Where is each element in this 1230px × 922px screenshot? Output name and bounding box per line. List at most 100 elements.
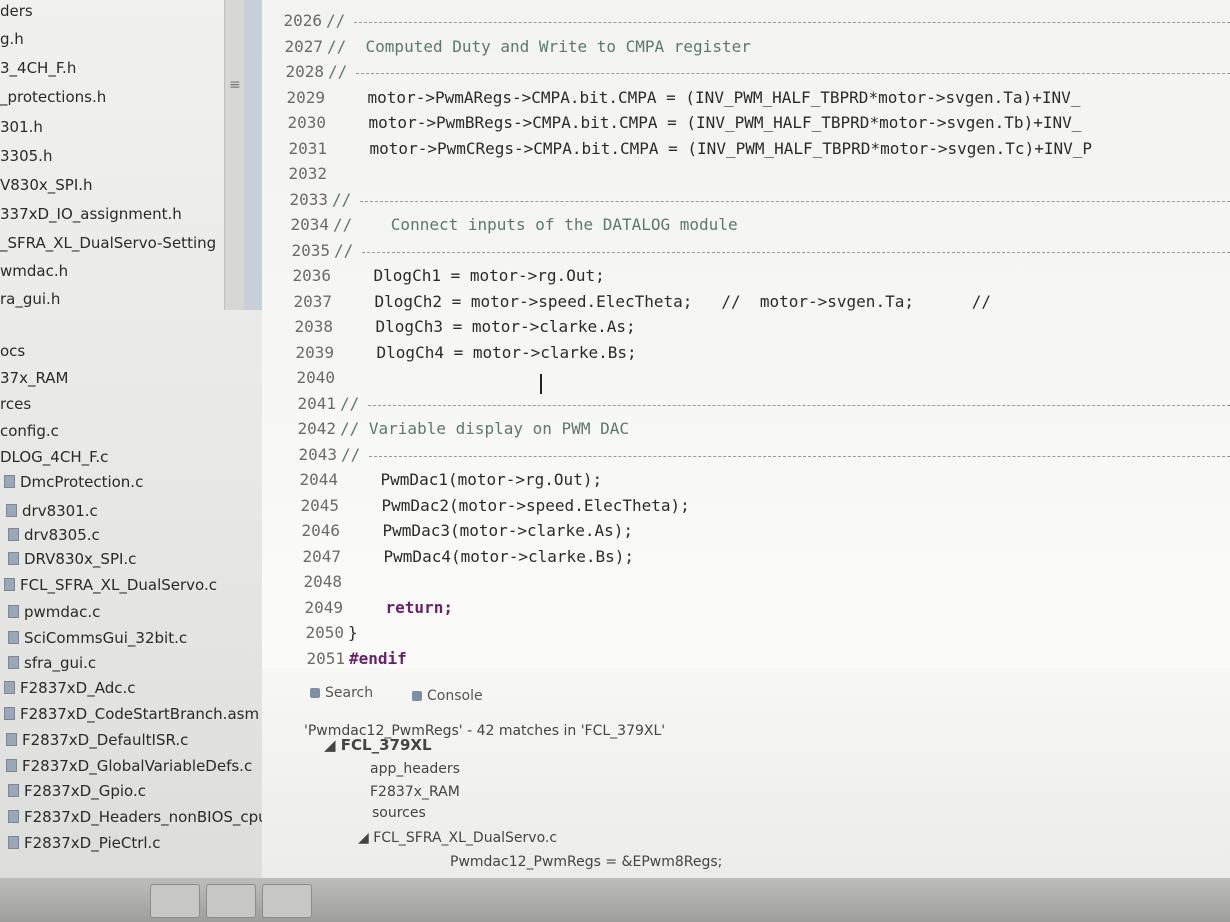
line-number: 2042 bbox=[297, 419, 336, 438]
line-text: DlogCh4 = motor->clarke.Bs; bbox=[338, 342, 637, 362]
file-icon bbox=[8, 605, 19, 618]
line-text: PwmDac1(motor->rg.Out); bbox=[342, 470, 603, 489]
tree-file-item[interactable]: 301.h bbox=[0, 116, 43, 138]
search-result-file[interactable]: ◢ FCL_SFRA_XL_DualServo.c bbox=[358, 830, 557, 846]
line-number: 2026 bbox=[283, 11, 322, 30]
code-line: 2032 bbox=[262, 161, 1230, 187]
line-text: return; bbox=[347, 597, 453, 617]
search-panel: Search Console 'Pwmdac12_PwmRegs' - 42 m… bbox=[262, 668, 1230, 878]
tree-file-item[interactable]: FCL_SFRA_XL_DualServo.c bbox=[4, 574, 217, 596]
line-text: // bbox=[341, 444, 361, 464]
scrollbar-grip-icon[interactable]: ≡ bbox=[229, 78, 241, 110]
file-icon bbox=[4, 707, 15, 720]
tab-search[interactable]: Search bbox=[310, 685, 373, 701]
line-text: // bbox=[328, 62, 348, 81]
file-icon bbox=[4, 681, 15, 694]
line-number: 2037 bbox=[293, 291, 332, 311]
file-icon bbox=[6, 504, 17, 517]
line-number: 2050 bbox=[305, 623, 344, 642]
tree-folder-item[interactable]: ocs bbox=[0, 340, 25, 362]
search-icon bbox=[310, 688, 320, 698]
tree-file-item[interactable]: F2837xD_GlobalVariableDefs.c bbox=[6, 755, 252, 777]
tree-file-item[interactable]: _SFRA_XL_DualServo-Setting bbox=[0, 232, 216, 254]
line-text: // Computed Duty and Write to CMPA regis… bbox=[327, 36, 751, 56]
search-result-folder[interactable]: F2837x_RAM bbox=[370, 784, 460, 800]
line-text: // Variable display on PWM DAC bbox=[340, 419, 629, 438]
line-number: 2041 bbox=[297, 393, 336, 413]
tree-file-item[interactable]: V830x_SPI.h bbox=[0, 174, 93, 196]
code-line: 2045 PwmDac2(motor->speed.ElecTheta); bbox=[262, 493, 1230, 519]
console-icon bbox=[412, 691, 422, 701]
line-number: 2047 bbox=[302, 546, 341, 566]
taskbar-button[interactable] bbox=[206, 884, 256, 918]
code-line: 2046 PwmDac3(motor->clarke.As); bbox=[262, 518, 1230, 544]
line-text: // bbox=[326, 11, 346, 30]
file-icon bbox=[6, 733, 17, 746]
tree-file-item[interactable]: DRV830x_SPI.c bbox=[8, 548, 136, 570]
code-line: 2048 bbox=[262, 569, 1230, 595]
search-result-folder[interactable]: sources bbox=[372, 805, 426, 821]
tree-file-item[interactable]: F2837xD_PieCtrl.c bbox=[8, 832, 161, 854]
search-result-match[interactable]: Pwmdac12_PwmRegs = &EPwm8Regs; bbox=[450, 854, 722, 870]
taskbar bbox=[0, 878, 1230, 922]
file-icon bbox=[8, 656, 19, 669]
code-line: 2050} bbox=[262, 620, 1230, 646]
tree-file-item[interactable]: F2837xD_Adc.c bbox=[4, 677, 136, 699]
code-line: 2035// bbox=[262, 238, 1230, 264]
tree-file-item[interactable]: F2837xD_Headers_nonBIOS_cpu1. bbox=[8, 806, 262, 828]
code-line: 2034// Connect inputs of the DATALOG mod… bbox=[262, 212, 1230, 238]
tree-file-item[interactable]: pwmdac.c bbox=[8, 601, 100, 623]
code-line: 2040 bbox=[262, 365, 1230, 391]
tree-folder-item[interactable]: 37x_RAM bbox=[0, 367, 68, 389]
code-line: 2047 PwmDac4(motor->clarke.Bs); bbox=[262, 544, 1230, 570]
file-icon bbox=[6, 759, 17, 772]
tree-file-item[interactable]: 3305.h bbox=[0, 145, 52, 167]
code-line: 2026// bbox=[262, 8, 1230, 34]
line-text: // bbox=[340, 393, 360, 413]
tree-file-item[interactable]: 337xD_IO_assignment.h bbox=[0, 203, 182, 225]
project-explorer: ders g.h 3_4CH_F.h _protections.h 301.h 3305.… bbox=[0, 0, 263, 922]
tree-file-item[interactable]: sfra_gui.c bbox=[8, 652, 96, 674]
line-number: 2038 bbox=[294, 317, 333, 336]
line-text: #endif bbox=[349, 648, 407, 668]
expand-arrow-icon[interactable]: ◢ bbox=[324, 736, 341, 754]
tree-file-item[interactable]: F2837xD_DefaultISR.c bbox=[6, 729, 188, 751]
file-icon bbox=[8, 631, 19, 644]
search-result-project[interactable]: ◢ FCL_379XL bbox=[324, 736, 432, 754]
line-text: DlogCh3 = motor->clarke.As; bbox=[337, 317, 636, 336]
code-line: 2029 motor->PwmARegs->CMPA.bit.CMPA = (I… bbox=[262, 85, 1230, 111]
tree-file-item[interactable]: F2837xD_CodeStartBranch.asm bbox=[4, 703, 259, 725]
tree-file-item[interactable]: F2837xD_Gpio.c bbox=[8, 780, 146, 802]
line-text: PwmDac4(motor->clarke.Bs); bbox=[345, 546, 634, 566]
tree-file-item[interactable]: g.h bbox=[0, 28, 24, 50]
taskbar-button[interactable] bbox=[150, 884, 200, 918]
tree-file-item[interactable]: DmcProtection.c bbox=[4, 471, 143, 493]
code-editor[interactable]: 2026//2027// Computed Duty and Write to … bbox=[262, 0, 1230, 668]
tree-folder-item[interactable]: rces bbox=[0, 393, 31, 415]
tab-console[interactable]: Console bbox=[412, 688, 483, 704]
line-number: 2046 bbox=[301, 521, 340, 540]
tree-folder-item[interactable]: ders bbox=[0, 0, 33, 22]
file-icon bbox=[8, 552, 19, 565]
tree-file-item[interactable]: DLOG_4CH_F.c bbox=[0, 446, 108, 468]
comment-divider bbox=[369, 455, 1230, 457]
file-icon bbox=[4, 475, 15, 488]
expand-arrow-icon[interactable]: ◢ bbox=[358, 830, 373, 846]
tree-file-item[interactable]: wmdac.h bbox=[0, 260, 68, 282]
line-number: 2044 bbox=[299, 470, 338, 489]
tree-file-item[interactable]: 3_4CH_F.h bbox=[0, 57, 76, 79]
text-cursor bbox=[540, 374, 542, 394]
search-result-folder[interactable]: app_headers bbox=[370, 761, 460, 777]
tree-file-item[interactable]: SciCommsGui_32bit.c bbox=[8, 627, 187, 649]
tree-file-item[interactable]: ra_gui.h bbox=[0, 288, 60, 310]
file-icon bbox=[8, 528, 19, 541]
explorer-scrollbar[interactable] bbox=[224, 0, 245, 310]
tree-file-item[interactable]: config.c bbox=[0, 420, 59, 442]
tree-file-item[interactable]: drv8305.c bbox=[8, 524, 100, 546]
taskbar-button[interactable] bbox=[262, 884, 312, 918]
tree-file-item[interactable]: _protections.h bbox=[0, 86, 106, 108]
line-number: 2043 bbox=[298, 444, 337, 464]
file-icon bbox=[8, 810, 19, 823]
line-text: // Connect inputs of the DATALOG module bbox=[333, 215, 738, 234]
tree-file-item[interactable]: drv8301.c bbox=[6, 500, 98, 522]
